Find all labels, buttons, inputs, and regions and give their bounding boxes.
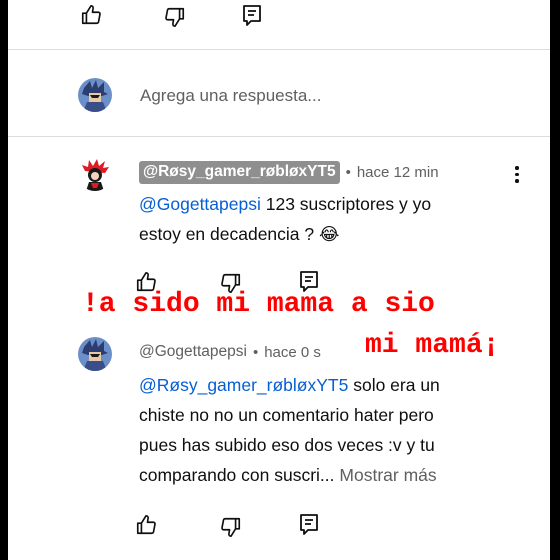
avatar[interactable] xyxy=(78,337,112,371)
mention-link[interactable]: @Gogettapepsi xyxy=(139,194,261,214)
reply-button[interactable] xyxy=(298,513,320,537)
show-more-link[interactable]: Mostrar más xyxy=(339,465,436,485)
reply-icon xyxy=(243,5,261,26)
reply-button[interactable] xyxy=(241,4,263,28)
author-handle[interactable]: @Røsy_gamer_røbløxYT5 xyxy=(139,161,340,184)
comment-text: solo era un xyxy=(348,375,440,395)
author-handle[interactable]: @Gogettapepsi xyxy=(139,343,247,361)
comment-header: @Røsy_gamer_røbløxYT5 • hace 12 min xyxy=(139,161,439,184)
dislike-button[interactable] xyxy=(164,6,186,28)
comment-thread-screen: Agrega una respuesta... @Røsy_gamer_røbl… xyxy=(8,0,550,560)
overlay-caption-line-1: !a sido mi mama a sio xyxy=(82,289,435,320)
comment-text: pues has subido eso dos veces :v y tu xyxy=(139,435,435,455)
divider xyxy=(8,136,550,137)
comment-text: estoy en decadencia ? 😂 xyxy=(139,224,340,244)
mention-link[interactable]: @Røsy_gamer_røbløxYT5 xyxy=(139,375,348,395)
like-button[interactable] xyxy=(135,514,157,536)
more-vert-icon[interactable] xyxy=(515,166,519,186)
comment-text: comparando con suscri... xyxy=(139,465,335,485)
reply-icon xyxy=(300,514,318,535)
separator-dot: • xyxy=(252,343,259,361)
timestamp[interactable]: hace 12 min xyxy=(357,164,439,181)
dislike-icon xyxy=(221,517,241,537)
avatar[interactable] xyxy=(78,157,112,191)
dislike-button[interactable] xyxy=(220,516,242,538)
like-icon xyxy=(81,5,101,25)
divider xyxy=(8,49,550,50)
comment-body: @Gogettapepsi 123 suscriptores y yo esto… xyxy=(139,192,539,247)
separator-dot: • xyxy=(345,164,351,181)
like-icon xyxy=(136,515,156,535)
dislike-icon xyxy=(165,7,185,27)
like-button[interactable] xyxy=(80,4,102,26)
comment-text: 123 suscriptores y yo xyxy=(260,194,432,214)
comment-header: @Gogettapepsi • hace 0 s xyxy=(139,343,321,361)
timestamp[interactable]: hace 0 s xyxy=(264,344,321,361)
avatar xyxy=(78,78,112,112)
overlay-caption-line-2: mi mamá¡ xyxy=(365,330,500,361)
comment-body: @Røsy_gamer_røbløxYT5 solo era un chiste… xyxy=(139,370,539,490)
comment-text: chiste no no un comentario hater pero xyxy=(139,405,434,425)
reply-input[interactable]: Agrega una respuesta... xyxy=(140,86,321,106)
